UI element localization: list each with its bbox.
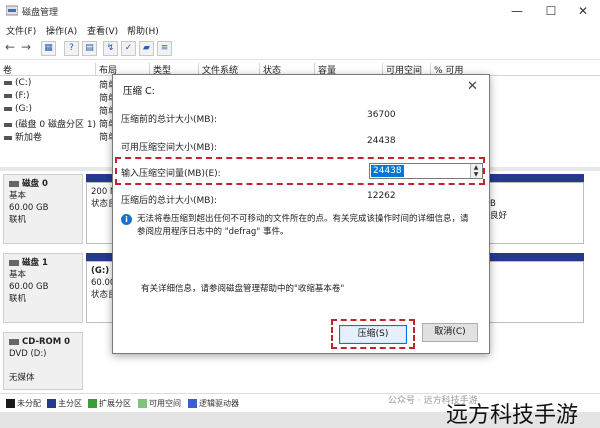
disk-management-icon bbox=[6, 5, 18, 16]
title-bar: 磁盘管理 — ☐ ✕ bbox=[0, 0, 600, 22]
legend-free: 可用空间 bbox=[138, 398, 181, 409]
input-label: 输入压缩空间量(MB)(E): bbox=[121, 169, 221, 179]
menu-view[interactable]: 查看(V) bbox=[87, 24, 118, 37]
disk-0-panel[interactable]: 磁盘 0 基本 60.00 GB 联机 bbox=[3, 174, 83, 244]
legend-swatch bbox=[6, 399, 15, 408]
input-highlight-box: 输入压缩空间量(MB)(E): 24438 ▲ ▼ bbox=[115, 157, 485, 185]
shrink-amount-input[interactable]: 24438 ▲ ▼ bbox=[369, 163, 483, 179]
forward-arrow-icon[interactable]: → bbox=[21, 40, 31, 54]
disk-icon bbox=[9, 180, 19, 187]
available-label: 可用压缩空间大小(MB): bbox=[121, 143, 217, 153]
spin-up-icon[interactable]: ▲ bbox=[470, 164, 481, 171]
menu-action[interactable]: 操作(A) bbox=[46, 24, 77, 37]
toolbar: ← → ▦ ? ▤ ↯ ✓ ▰ ≡ bbox=[0, 38, 600, 60]
info-message: 无法将卷压缩到超出任何不可移动的文件所在的点。有关完成该操作时间的详细信息，请 … bbox=[137, 214, 469, 237]
menu-help[interactable]: 帮助(H) bbox=[127, 24, 159, 37]
disk-1-panel[interactable]: 磁盘 1 基本 60.00 GB 联机 bbox=[3, 253, 83, 323]
table-row[interactable]: (G:) bbox=[4, 104, 32, 114]
volume-icon bbox=[4, 106, 12, 111]
console-tree-icon[interactable]: ▦ bbox=[41, 41, 56, 56]
shrink-button[interactable]: 压缩(S) bbox=[339, 325, 407, 344]
column-volume[interactable]: 卷 bbox=[0, 63, 12, 76]
total-after-label: 压缩后的总计大小(MB): bbox=[121, 196, 217, 206]
table-row[interactable]: (C:) bbox=[4, 78, 31, 88]
back-arrow-icon[interactable]: ← bbox=[5, 40, 15, 54]
total-before-label: 压缩前的总计大小(MB): bbox=[121, 115, 217, 125]
maximize-button[interactable]: ☐ bbox=[540, 2, 562, 20]
cdrom-0-panel[interactable]: CD-ROM 0 DVD (D:) 无媒体 bbox=[3, 332, 83, 390]
folder-icon[interactable]: ▰ bbox=[139, 41, 154, 56]
spin-down-icon[interactable]: ▼ bbox=[470, 171, 481, 178]
info-icon: i bbox=[121, 214, 132, 225]
minimize-button[interactable]: — bbox=[506, 2, 528, 20]
table-row[interactable]: (F:) bbox=[4, 91, 30, 101]
volume-icon bbox=[4, 93, 12, 98]
dialog-close-icon[interactable]: ✕ bbox=[467, 79, 478, 94]
total-after-value: 12262 bbox=[367, 191, 396, 201]
disk-icon bbox=[9, 259, 19, 266]
volume-icon bbox=[4, 122, 12, 127]
check-icon[interactable]: ✓ bbox=[121, 41, 136, 56]
dialog-title: 压缩 C: bbox=[123, 86, 155, 97]
list-icon[interactable]: ≡ bbox=[157, 41, 172, 56]
cdrom-icon bbox=[9, 338, 19, 345]
shrink-amount-value: 24438 bbox=[371, 165, 404, 177]
watermark-big: 远方科技手游 bbox=[446, 403, 579, 428]
connect-icon[interactable]: ↯ bbox=[103, 41, 118, 56]
legend-swatch bbox=[188, 399, 197, 408]
volume-icon bbox=[4, 80, 12, 85]
total-before-value: 36700 bbox=[367, 110, 396, 120]
table-row[interactable]: (磁盘 0 磁盘分区 1) bbox=[4, 117, 96, 130]
legend-swatch bbox=[47, 399, 56, 408]
legend-extended: 扩展分区 bbox=[88, 398, 131, 409]
table-row[interactable]: 新加卷 bbox=[4, 130, 42, 143]
disk-0-right-partition[interactable]: B 良好 bbox=[490, 198, 507, 222]
help-text: 有关详细信息，请参阅磁盘管理帮助中的"收缩基本卷" bbox=[141, 284, 345, 294]
menu-bar: 文件(F) 操作(A) 查看(V) 帮助(H) bbox=[0, 22, 600, 38]
legend-swatch bbox=[88, 399, 97, 408]
cancel-button[interactable]: 取消(C) bbox=[422, 323, 478, 342]
legend-unallocated: 未分配 bbox=[6, 398, 41, 409]
legend-swatch bbox=[138, 399, 147, 408]
shrink-button-highlight: 压缩(S) bbox=[331, 319, 415, 349]
close-button[interactable]: ✕ bbox=[572, 2, 594, 20]
volume-icon bbox=[4, 135, 12, 140]
legend-primary: 主分区 bbox=[47, 398, 82, 409]
menu-file[interactable]: 文件(F) bbox=[6, 24, 36, 37]
available-value: 24438 bbox=[367, 136, 396, 146]
legend-logical: 逻辑驱动器 bbox=[188, 398, 239, 409]
window-title: 磁盘管理 bbox=[22, 8, 59, 18]
properties-icon[interactable]: ▤ bbox=[82, 41, 97, 56]
shrink-dialog: 压缩 C: ✕ 压缩前的总计大小(MB): 36700 可用压缩空间大小(MB)… bbox=[112, 74, 490, 354]
help-icon[interactable]: ? bbox=[64, 41, 79, 56]
